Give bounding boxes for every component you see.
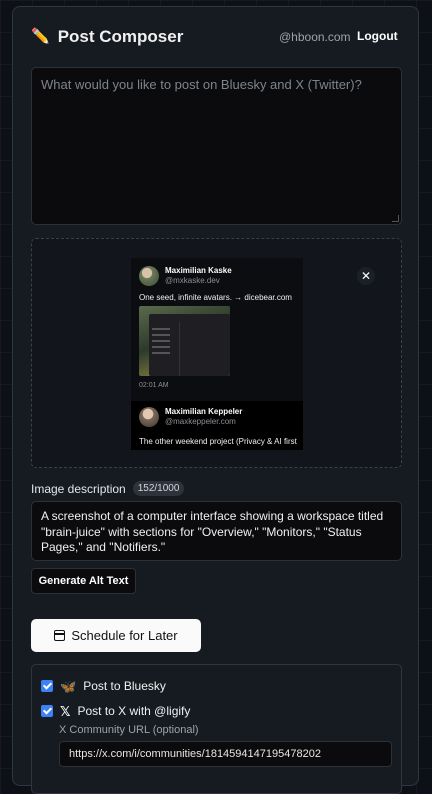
- x-label: Post to X with @ligify: [77, 704, 191, 718]
- description-count-badge: 152/1000: [132, 481, 185, 496]
- remove-image-button[interactable]: ✕: [357, 267, 375, 285]
- reply-text: The other weekend project (Privacy & AI …: [139, 437, 297, 446]
- x-logo-icon: 𝕏: [60, 703, 71, 719]
- pencil-icon: ✏️: [31, 28, 50, 45]
- post-targets: 🦋 Post to Bluesky 𝕏 Post to X with @ligi…: [31, 664, 402, 794]
- post-editor: 280: [31, 67, 402, 278]
- composer-panel: ✏️ Post Composer @hboon.com Logout 280 M…: [12, 6, 419, 794]
- resize-handle[interactable]: [392, 215, 399, 222]
- bluesky-option[interactable]: 🦋 Post to Bluesky: [41, 679, 166, 693]
- header: ✏️ Post Composer @hboon.com Logout: [31, 27, 401, 51]
- reply-author-handle: @maxkeppeler.com: [165, 417, 236, 426]
- tweet-screenshot-image: [139, 306, 230, 376]
- post-textarea[interactable]: [32, 68, 401, 224]
- community-url-input[interactable]: https://x.com/i/communities/181459414719…: [59, 741, 392, 767]
- tweet-header: Maximilian Kaske @mxkaske.dev: [139, 266, 232, 286]
- image-description-field: A screenshot of a computer interface sho…: [31, 501, 402, 561]
- butterfly-icon: 🦋: [60, 678, 77, 694]
- image-description-header: Image description 152/1000: [31, 481, 185, 496]
- image-preview: Maximilian Kaske @mxkaske.dev One seed, …: [131, 258, 303, 450]
- schedule-button[interactable]: Schedule for Later: [31, 619, 201, 652]
- user-handle: @hboon.com: [279, 30, 351, 44]
- calendar-icon: [54, 630, 66, 641]
- page-title: ✏️ Post Composer: [31, 27, 183, 47]
- image-dropzone[interactable]: Maximilian Kaske @mxkaske.dev One seed, …: [31, 238, 402, 468]
- image-description-label: Image description: [31, 481, 126, 496]
- tweet-text: One seed, infinite avatars. → dicebear.c…: [139, 293, 292, 302]
- x-checkbox[interactable]: [41, 705, 53, 717]
- tweet-author-name: Maximilian Kaske: [165, 266, 232, 275]
- schedule-button-label: Schedule for Later: [71, 628, 178, 643]
- tweet-time: 02:01 AM: [139, 382, 169, 389]
- bluesky-label: Post to Bluesky: [83, 679, 166, 693]
- community-url-label: X Community URL (optional): [59, 724, 199, 736]
- generate-alt-text-button[interactable]: Generate Alt Text: [31, 568, 136, 594]
- avatar: [139, 266, 159, 286]
- tweet-author-handle: @mxkaske.dev: [165, 276, 220, 285]
- reply-tweet: Maximilian Keppeler @maxkeppeler.com The…: [131, 401, 303, 450]
- page-title-text: Post Composer: [57, 27, 184, 46]
- image-description-textarea[interactable]: A screenshot of a computer interface sho…: [32, 502, 401, 560]
- reply-author-name: Maximilian Keppeler: [165, 407, 243, 416]
- x-option[interactable]: 𝕏 Post to X with @ligify: [41, 704, 190, 718]
- logout-button[interactable]: Logout: [357, 29, 398, 43]
- bluesky-checkbox[interactable]: [41, 680, 53, 692]
- avatar: [139, 407, 159, 427]
